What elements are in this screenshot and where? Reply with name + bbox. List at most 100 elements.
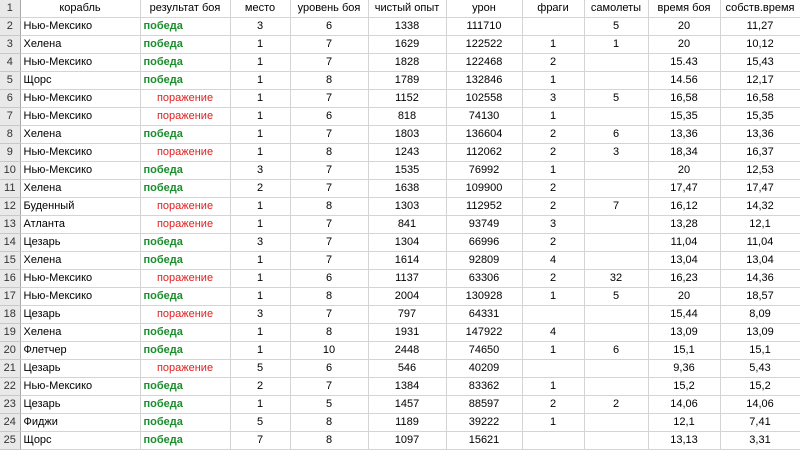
cell-ship[interactable]: Нью-Мексико (20, 377, 141, 396)
cell-battle-time[interactable]: 15.43 (648, 53, 721, 72)
cell-battle-result[interactable]: победа (140, 125, 231, 144)
header-battle-time[interactable]: время боя (648, 0, 721, 18)
header-damage[interactable]: урон (446, 0, 523, 18)
cell-own-time[interactable]: 13,09 (720, 323, 800, 342)
header-planes[interactable]: самолеты (584, 0, 649, 18)
row-number[interactable]: 18 (0, 305, 21, 324)
cell-net-exp[interactable]: 2448 (368, 341, 447, 360)
cell-battle-level[interactable]: 7 (290, 305, 369, 324)
cell-battle-result[interactable]: победа (140, 323, 231, 342)
cell-battle-result[interactable]: победа (140, 161, 231, 180)
cell-battle-level[interactable]: 7 (290, 233, 369, 252)
row-number[interactable]: 8 (0, 125, 21, 144)
cell-frags[interactable]: 1 (522, 35, 585, 54)
cell-planes[interactable]: 6 (584, 125, 649, 144)
cell-ship[interactable]: Нью-Мексико (20, 89, 141, 108)
header-ship[interactable]: корабль (20, 0, 141, 18)
cell-damage[interactable]: 112062 (446, 143, 523, 162)
cell-place[interactable]: 1 (230, 107, 291, 126)
cell-place[interactable]: 1 (230, 71, 291, 90)
cell-damage[interactable]: 83362 (446, 377, 523, 396)
cell-damage[interactable]: 63306 (446, 269, 523, 288)
row-number[interactable]: 6 (0, 89, 21, 108)
cell-frags[interactable]: 1 (522, 287, 585, 306)
cell-ship[interactable]: Флетчер (20, 341, 141, 360)
cell-ship[interactable]: Цезарь (20, 395, 141, 414)
cell-planes[interactable]: 1 (584, 35, 649, 54)
header-place[interactable]: место (230, 0, 291, 18)
cell-ship[interactable]: Щорс (20, 71, 141, 90)
cell-net-exp[interactable]: 1137 (368, 269, 447, 288)
cell-battle-time[interactable]: 20 (648, 161, 721, 180)
cell-battle-result[interactable]: победа (140, 53, 231, 72)
cell-battle-time[interactable]: 12,1 (648, 413, 721, 432)
row-number[interactable]: 14 (0, 233, 21, 252)
cell-ship[interactable]: Цезарь (20, 305, 141, 324)
cell-planes[interactable] (584, 215, 649, 234)
cell-damage[interactable]: 122468 (446, 53, 523, 72)
cell-frags[interactable]: 2 (522, 233, 585, 252)
cell-ship[interactable]: Хелена (20, 251, 141, 270)
cell-net-exp[interactable]: 1189 (368, 413, 447, 432)
cell-net-exp[interactable]: 546 (368, 359, 447, 378)
cell-own-time[interactable]: 15,35 (720, 107, 800, 126)
cell-damage[interactable]: 40209 (446, 359, 523, 378)
cell-ship[interactable]: Нью-Мексико (20, 17, 141, 36)
cell-net-exp[interactable]: 1304 (368, 233, 447, 252)
cell-battle-result[interactable]: поражение (140, 215, 231, 234)
cell-battle-result[interactable]: победа (140, 341, 231, 360)
cell-place[interactable]: 5 (230, 413, 291, 432)
cell-place[interactable]: 1 (230, 35, 291, 54)
cell-own-time[interactable]: 14,32 (720, 197, 800, 216)
cell-own-time[interactable]: 8,09 (720, 305, 800, 324)
cell-battle-level[interactable]: 5 (290, 395, 369, 414)
cell-battle-level[interactable]: 7 (290, 179, 369, 198)
cell-own-time[interactable]: 14,06 (720, 395, 800, 414)
cell-battle-result[interactable]: поражение (140, 89, 231, 108)
cell-net-exp[interactable]: 1803 (368, 125, 447, 144)
cell-own-time[interactable]: 5,43 (720, 359, 800, 378)
cell-own-time[interactable]: 16,58 (720, 89, 800, 108)
cell-own-time[interactable]: 11,04 (720, 233, 800, 252)
cell-battle-time[interactable]: 14,06 (648, 395, 721, 414)
cell-planes[interactable] (584, 431, 649, 450)
cell-battle-level[interactable]: 6 (290, 269, 369, 288)
cell-frags[interactable]: 2 (522, 179, 585, 198)
cell-net-exp[interactable]: 841 (368, 215, 447, 234)
cell-battle-time[interactable]: 18,34 (648, 143, 721, 162)
cell-damage[interactable]: 111710 (446, 17, 523, 36)
cell-net-exp[interactable]: 1638 (368, 179, 447, 198)
cell-frags[interactable]: 2 (522, 395, 585, 414)
cell-own-time[interactable]: 12,17 (720, 71, 800, 90)
cell-place[interactable]: 1 (230, 125, 291, 144)
cell-battle-result[interactable]: победа (140, 413, 231, 432)
cell-own-time[interactable]: 14,36 (720, 269, 800, 288)
cell-battle-time[interactable]: 13,09 (648, 323, 721, 342)
cell-place[interactable]: 7 (230, 431, 291, 450)
cell-battle-level[interactable]: 6 (290, 17, 369, 36)
cell-place[interactable]: 3 (230, 233, 291, 252)
row-number[interactable]: 1 (0, 0, 21, 18)
cell-planes[interactable] (584, 53, 649, 72)
cell-battle-result[interactable]: победа (140, 179, 231, 198)
cell-ship[interactable]: Щорс (20, 431, 141, 450)
cell-damage[interactable]: 88597 (446, 395, 523, 414)
cell-damage[interactable]: 74130 (446, 107, 523, 126)
cell-battle-result[interactable]: победа (140, 71, 231, 90)
cell-battle-result[interactable]: поражение (140, 359, 231, 378)
header-battle-result[interactable]: результат боя (140, 0, 231, 18)
cell-ship[interactable]: Нью-Мексико (20, 269, 141, 288)
cell-planes[interactable] (584, 179, 649, 198)
row-number[interactable]: 12 (0, 197, 21, 216)
cell-ship[interactable]: Фиджи (20, 413, 141, 432)
row-number[interactable]: 21 (0, 359, 21, 378)
cell-damage[interactable]: 74650 (446, 341, 523, 360)
cell-battle-level[interactable]: 6 (290, 359, 369, 378)
cell-frags[interactable]: 4 (522, 251, 585, 270)
row-number[interactable]: 16 (0, 269, 21, 288)
cell-net-exp[interactable]: 1097 (368, 431, 447, 450)
row-number[interactable]: 3 (0, 35, 21, 54)
cell-battle-level[interactable]: 7 (290, 89, 369, 108)
row-number[interactable]: 19 (0, 323, 21, 342)
cell-place[interactable]: 1 (230, 269, 291, 288)
